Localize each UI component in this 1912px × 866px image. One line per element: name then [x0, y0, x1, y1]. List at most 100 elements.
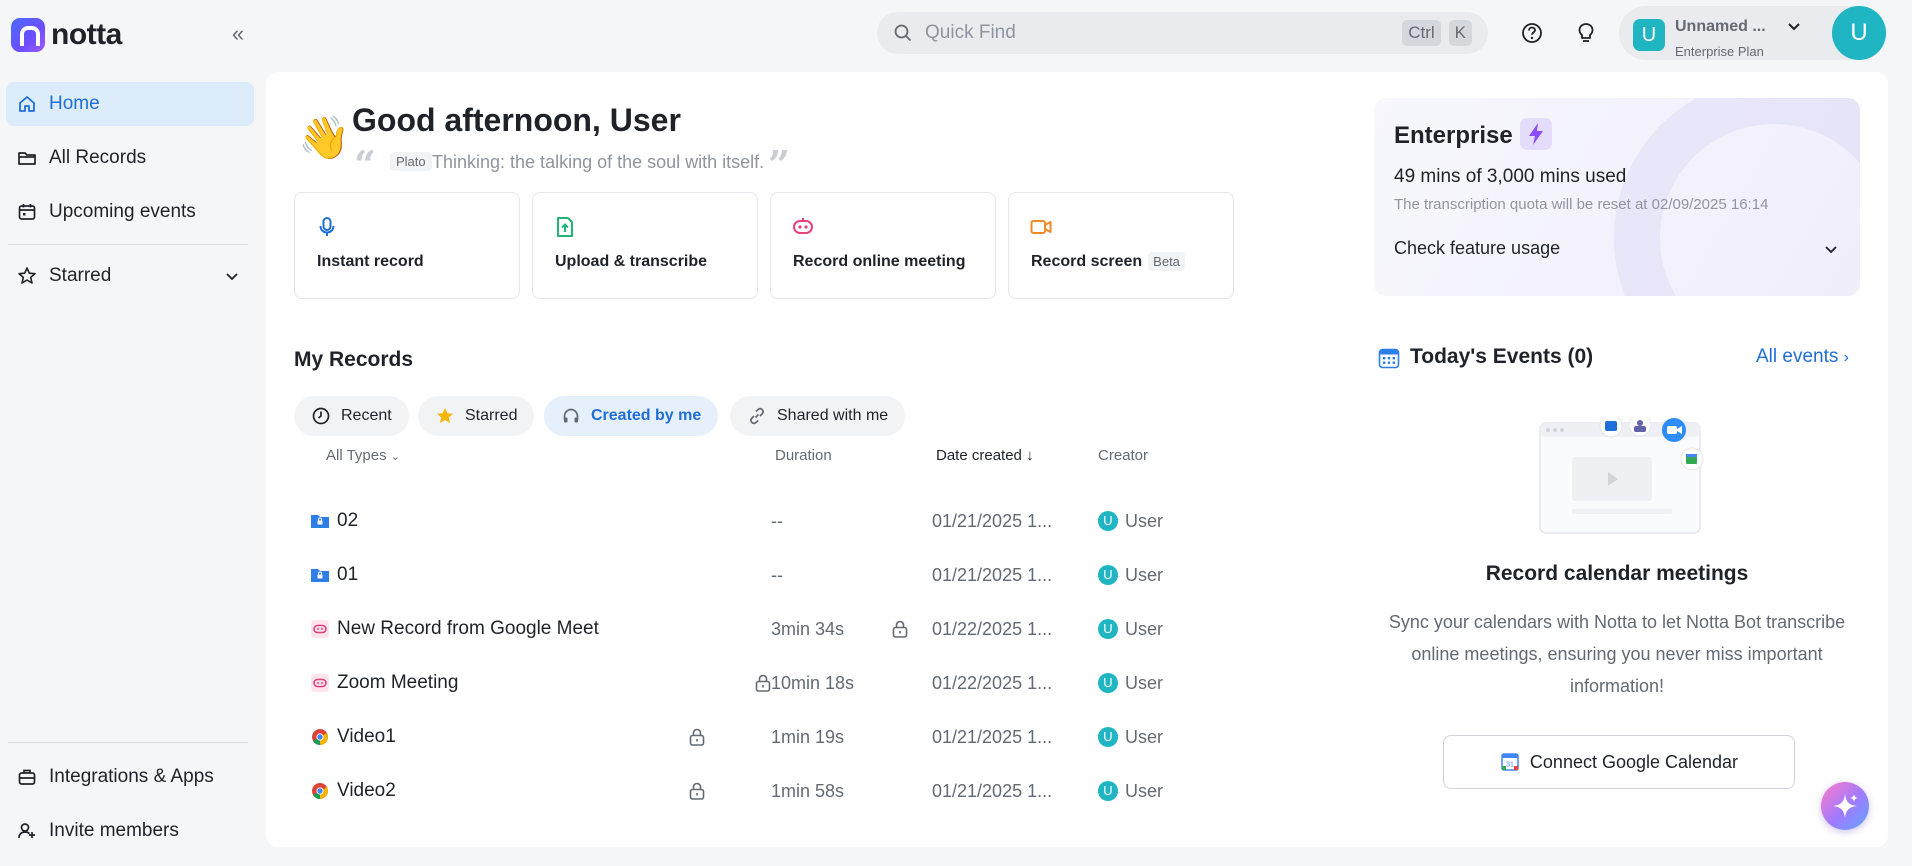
folder-icon	[18, 152, 36, 165]
sort-down-arrow-icon: ↓	[1026, 447, 1034, 464]
action-label: Record online meeting	[793, 253, 966, 270]
sidebar-item-invite-members[interactable]: Invite members	[6, 809, 254, 853]
workspace-avatar: U	[1633, 19, 1665, 51]
chevron-down-icon[interactable]	[1822, 240, 1840, 258]
all-events-link[interactable]: All events ›	[1756, 346, 1849, 368]
table-row[interactable]: Video2 1min 58s 01/21/2025 1... U User	[290, 764, 1190, 818]
lock-icon	[755, 674, 771, 692]
record-duration: 3min 34s	[771, 619, 845, 639]
tab-created-by-me[interactable]: Created by me	[544, 396, 719, 436]
locked-folder-icon	[311, 515, 329, 528]
user-avatar[interactable]: U	[1832, 6, 1886, 60]
calendar-meetings-illustration	[1539, 417, 1704, 534]
home-icon	[19, 96, 35, 112]
record-screen-button[interactable]: Record screen Beta	[1008, 192, 1234, 299]
quote-author: Plato	[390, 152, 432, 171]
ai-assistant-button[interactable]	[1821, 782, 1869, 830]
link-icon	[750, 407, 764, 425]
tab-label: Recent	[341, 407, 392, 424]
quick-find-search[interactable]: Quick Find Ctrl K	[877, 12, 1488, 54]
svg-text:31: 31	[1506, 762, 1514, 769]
sidebar-item-label: All Records	[49, 147, 147, 168]
search-icon	[894, 24, 912, 42]
record-name: New Record from Google Meet	[337, 618, 599, 639]
waving-hand-icon: 👋	[298, 114, 351, 161]
tab-starred[interactable]: Starred	[418, 396, 535, 436]
workspace-name: Unnamed ...	[1675, 18, 1766, 35]
table-row[interactable]: Zoom Meeting 10min 18s 01/22/2025 1... U…	[290, 656, 1190, 710]
star-filled-icon	[437, 408, 453, 423]
logo[interactable]: notta	[11, 18, 122, 52]
record-name: Zoom Meeting	[337, 672, 459, 693]
sidebar-item-upcoming-events[interactable]: Upcoming events	[6, 190, 254, 234]
notta-logo-icon	[11, 18, 45, 52]
table-row[interactable]: Video1 1min 19s 01/21/2025 1... U User	[290, 710, 1190, 764]
sidebar-item-integrations[interactable]: Integrations & Apps	[6, 755, 254, 799]
star-icon	[18, 267, 36, 284]
meeting-bot-icon	[311, 674, 329, 692]
sidebar: notta « Home All Records Upcoming events…	[0, 0, 262, 866]
record-name: 01	[337, 564, 359, 585]
greeting-title: Good afternoon, User	[352, 102, 681, 138]
record-online-meeting-button[interactable]: Record online meeting	[770, 192, 996, 299]
headphones-icon	[563, 408, 579, 423]
empty-events-title: Record calendar meetings	[1485, 562, 1749, 585]
chrome-icon	[312, 783, 328, 799]
add-user-icon	[18, 823, 35, 839]
upload-transcribe-button[interactable]: Upload & transcribe	[532, 192, 758, 299]
plan-title: Enterprise	[1394, 122, 1513, 149]
record-creator: User	[1125, 673, 1164, 693]
quote-text: Thinking: the talking of the soul with i…	[432, 152, 765, 172]
record-duration: 1min 19s	[771, 727, 845, 747]
record-creator: User	[1125, 565, 1164, 585]
lightbulb-icon[interactable]	[1573, 20, 1599, 46]
creator-avatar: U	[1098, 619, 1118, 639]
tab-shared-with-me[interactable]: Shared with me	[730, 396, 906, 436]
tab-label: Created by me	[591, 407, 702, 424]
record-date: 01/22/2025 1...	[932, 619, 1053, 639]
tab-label: Shared with me	[777, 407, 889, 424]
all-types-filter[interactable]: All Types ⌄	[326, 447, 400, 464]
table-row[interactable]: 02 -- 01/21/2025 1... U User	[290, 494, 1190, 548]
sidebar-divider	[8, 244, 248, 245]
upload-file-icon	[557, 217, 573, 237]
sidebar-item-starred[interactable]: Starred	[6, 254, 254, 298]
lock-icon	[689, 782, 705, 800]
help-icon[interactable]	[1519, 20, 1545, 46]
record-creator: User	[1125, 727, 1164, 747]
video-camera-icon	[1030, 220, 1052, 234]
creator-avatar: U	[1098, 727, 1118, 747]
record-date: 01/21/2025 1...	[932, 511, 1053, 531]
record-creator: User	[1125, 619, 1164, 639]
record-date: 01/21/2025 1...	[932, 781, 1053, 801]
chrome-icon	[312, 729, 328, 745]
record-date: 01/22/2025 1...	[932, 673, 1053, 693]
connect-google-calendar-button[interactable]: 31 Connect Google Calendar	[1443, 735, 1795, 789]
record-date: 01/21/2025 1...	[932, 727, 1053, 747]
chevron-down-icon	[1788, 23, 1800, 31]
record-duration: 10min 18s	[771, 673, 855, 693]
quote-open-icon: “	[354, 142, 376, 187]
calendar-grid-icon	[1378, 348, 1400, 369]
plan-usage: 49 mins of 3,000 mins used	[1394, 166, 1627, 187]
clock-icon	[312, 407, 330, 425]
shortcut-ctrl: Ctrl	[1402, 20, 1441, 46]
plan-reset-note: The transcription quota will be reset at…	[1394, 196, 1769, 213]
table-row[interactable]: 01 -- 01/21/2025 1... U User	[290, 548, 1190, 602]
action-label: Upload & transcribe	[555, 253, 708, 270]
empty-events-description: Sync your calendars with Notta to let No…	[1388, 612, 1846, 696]
chevron-down-icon[interactable]	[224, 268, 240, 284]
check-feature-usage-link[interactable]: Check feature usage	[1394, 238, 1560, 259]
collapse-sidebar-icon[interactable]: «	[226, 22, 250, 46]
sidebar-item-label: Invite members	[49, 820, 179, 841]
sidebar-item-all-records[interactable]: All Records	[6, 136, 254, 180]
sidebar-item-home[interactable]: Home	[6, 82, 254, 126]
instant-record-button[interactable]: Instant record	[294, 192, 520, 299]
todays-events-title: Today's Events (0)	[1410, 345, 1594, 368]
tab-recent[interactable]: Recent	[294, 396, 409, 436]
lightning-icon	[1520, 118, 1552, 150]
column-date-created[interactable]: Date created ↓	[936, 447, 1034, 464]
table-row[interactable]: New Record from Google Meet 3min 34s 01/…	[290, 602, 1190, 656]
column-duration: Duration	[775, 447, 832, 464]
apps-icon	[18, 769, 36, 785]
